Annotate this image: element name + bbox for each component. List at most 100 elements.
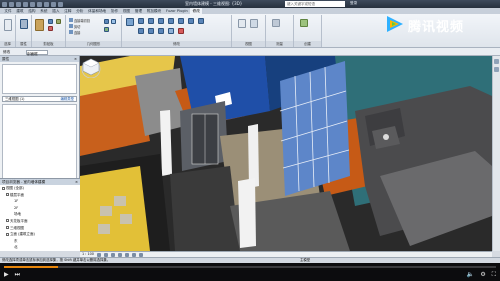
print-icon[interactable]: [37, 1, 42, 7]
browser-item-floor-plans[interactable]: 楼层平面: [0, 192, 80, 199]
copy-icon[interactable]: [48, 19, 53, 24]
project-browser: 项目浏览器 - 室内墙体建模 × 视图 (全部) 楼层平面 1F 2F 场地 天…: [0, 178, 80, 251]
navigation-bar: [492, 56, 500, 251]
split-icon[interactable]: [138, 28, 144, 34]
join-geometry-button[interactable]: 连接: [69, 30, 80, 35]
text-icon[interactable]: [51, 1, 56, 7]
properties-header: 属性 ×: [0, 56, 79, 62]
group-label: 视图: [232, 41, 265, 47]
visual-style-icon[interactable]: [103, 252, 108, 257]
redo-icon[interactable]: [30, 1, 35, 7]
trim-icon[interactable]: [198, 18, 204, 24]
render-icon[interactable]: [124, 252, 129, 257]
browser-item-ceiling-plans[interactable]: 天花板平面: [0, 218, 80, 225]
pin-icon[interactable]: [168, 28, 174, 34]
3d-viewport[interactable]: [80, 56, 492, 251]
paint-icon[interactable]: [111, 19, 116, 24]
sign-in-link[interactable]: 登录: [350, 1, 357, 6]
align-icon[interactable]: [126, 18, 134, 26]
status-text: 修改选择项或单击鼠标添加到选择集，按 Shift 键并单击以删除选择集。: [2, 258, 111, 262]
detail-level-icon[interactable]: [96, 252, 101, 257]
browser-item-1f[interactable]: 1F: [0, 198, 80, 205]
viewcube-icon[interactable]: [80, 56, 102, 78]
window-title: 室内墙体建模 - 三维视图: {3D}: [185, 1, 243, 6]
browser-item-2f[interactable]: 2F: [0, 205, 80, 212]
match-properties-icon[interactable]: [56, 19, 61, 24]
measure-icon[interactable]: [44, 1, 49, 7]
shadows-icon[interactable]: [117, 252, 122, 257]
offset-icon[interactable]: [138, 18, 144, 24]
properties-title: 属性: [2, 57, 10, 61]
copy-element-icon[interactable]: [178, 18, 184, 24]
sun-path-icon[interactable]: [110, 252, 115, 257]
settings-icon[interactable]: ⚙: [480, 270, 485, 280]
wall-joins-icon[interactable]: [104, 27, 109, 32]
group-modify: 修改: [122, 15, 232, 47]
expand-icon[interactable]: [6, 226, 9, 230]
modify-cursor-icon[interactable]: [4, 19, 12, 31]
browser-item-elevations[interactable]: 立面 (建筑立面): [0, 231, 80, 238]
expand-icon[interactable]: [6, 219, 9, 223]
edit-type-button[interactable]: 编辑类型: [60, 97, 74, 102]
mirror-axis-icon[interactable]: [148, 18, 154, 24]
property-grid[interactable]: [2, 104, 77, 184]
3d-view-icon[interactable]: [58, 1, 63, 7]
tencent-video-logo-icon: [387, 16, 403, 32]
type-selector[interactable]: 三维视图 (1) 编辑类型: [2, 96, 77, 102]
browser-item-3d-views[interactable]: 三维视图: [0, 225, 80, 232]
save-icon[interactable]: [16, 1, 21, 7]
cut-geometry-button[interactable]: 剪切: [69, 24, 80, 29]
delete-icon[interactable]: [178, 28, 184, 34]
hide-icon[interactable]: [250, 19, 258, 28]
browser-item-site[interactable]: 场地: [0, 211, 80, 218]
scale-icon[interactable]: [158, 28, 164, 34]
options-label: 修改: [3, 50, 11, 54]
group-label: 创建: [294, 41, 321, 47]
fullscreen-icon[interactable]: ⛶: [492, 270, 496, 280]
search-input[interactable]: 键入关键字或短语: [285, 1, 345, 7]
create-group-icon[interactable]: [300, 19, 308, 27]
collapse-icon[interactable]: [6, 232, 9, 236]
browser-item-east[interactable]: 东: [0, 238, 80, 245]
player-control-row: ▶ ⏭ 🔈 ⚙ ⛶: [4, 270, 496, 280]
properties-icon[interactable]: [20, 19, 28, 29]
browser-item-label: 视图 (全部): [6, 186, 24, 190]
group-properties: 属性: [16, 15, 32, 47]
rotate-icon[interactable]: [188, 18, 194, 24]
group-label: 几何图形: [66, 41, 121, 47]
group-label: 测量: [266, 41, 293, 47]
next-icon[interactable]: ⏭: [15, 270, 20, 280]
undo-icon[interactable]: [23, 1, 28, 7]
paste-icon[interactable]: [35, 19, 44, 31]
cut-icon[interactable]: [48, 26, 53, 31]
measure-tool-icon[interactable]: [272, 19, 280, 27]
seek-bar[interactable]: [4, 266, 496, 268]
options-dropdown[interactable]: 剖面框: [26, 49, 48, 56]
quick-access-toolbar[interactable]: [2, 1, 122, 7]
close-icon[interactable]: ×: [74, 56, 77, 62]
play-icon[interactable]: ▶: [4, 270, 9, 280]
revit-window: 室内墙体建模 - 三维视图: {3D} 键入关键字或短语 登录 文件 建筑 结构…: [0, 0, 500, 263]
collapse-icon[interactable]: [6, 193, 9, 197]
view-icon[interactable]: [238, 19, 246, 28]
temporary-hide-icon[interactable]: [138, 252, 143, 257]
browser-item-label: 立面 (建筑立面): [10, 232, 35, 237]
split-face-icon[interactable]: [104, 19, 109, 24]
group-create: 创建: [294, 15, 322, 47]
zoom-icon[interactable]: [494, 67, 499, 72]
open-icon[interactable]: [9, 1, 14, 7]
mirror-draw-icon[interactable]: [158, 18, 164, 24]
cope-button[interactable]: 连接端切割: [69, 18, 90, 23]
array-icon[interactable]: [148, 28, 154, 34]
volume-icon[interactable]: 🔈: [467, 270, 474, 280]
browser-item-views[interactable]: 视图 (全部): [0, 185, 80, 192]
crop-view-icon[interactable]: [131, 252, 136, 257]
move-icon[interactable]: [168, 18, 174, 24]
group-geometry: 连接端切割 剪切 连接 几何图形: [66, 15, 122, 47]
browser-item-north[interactable]: 北: [0, 244, 80, 251]
group-clipboard: 剪贴板: [32, 15, 66, 47]
type-preview: [2, 64, 77, 94]
collapse-icon[interactable]: [2, 186, 5, 190]
app-menu-icon[interactable]: [2, 1, 7, 7]
steering-wheel-icon[interactable]: [494, 59, 499, 64]
